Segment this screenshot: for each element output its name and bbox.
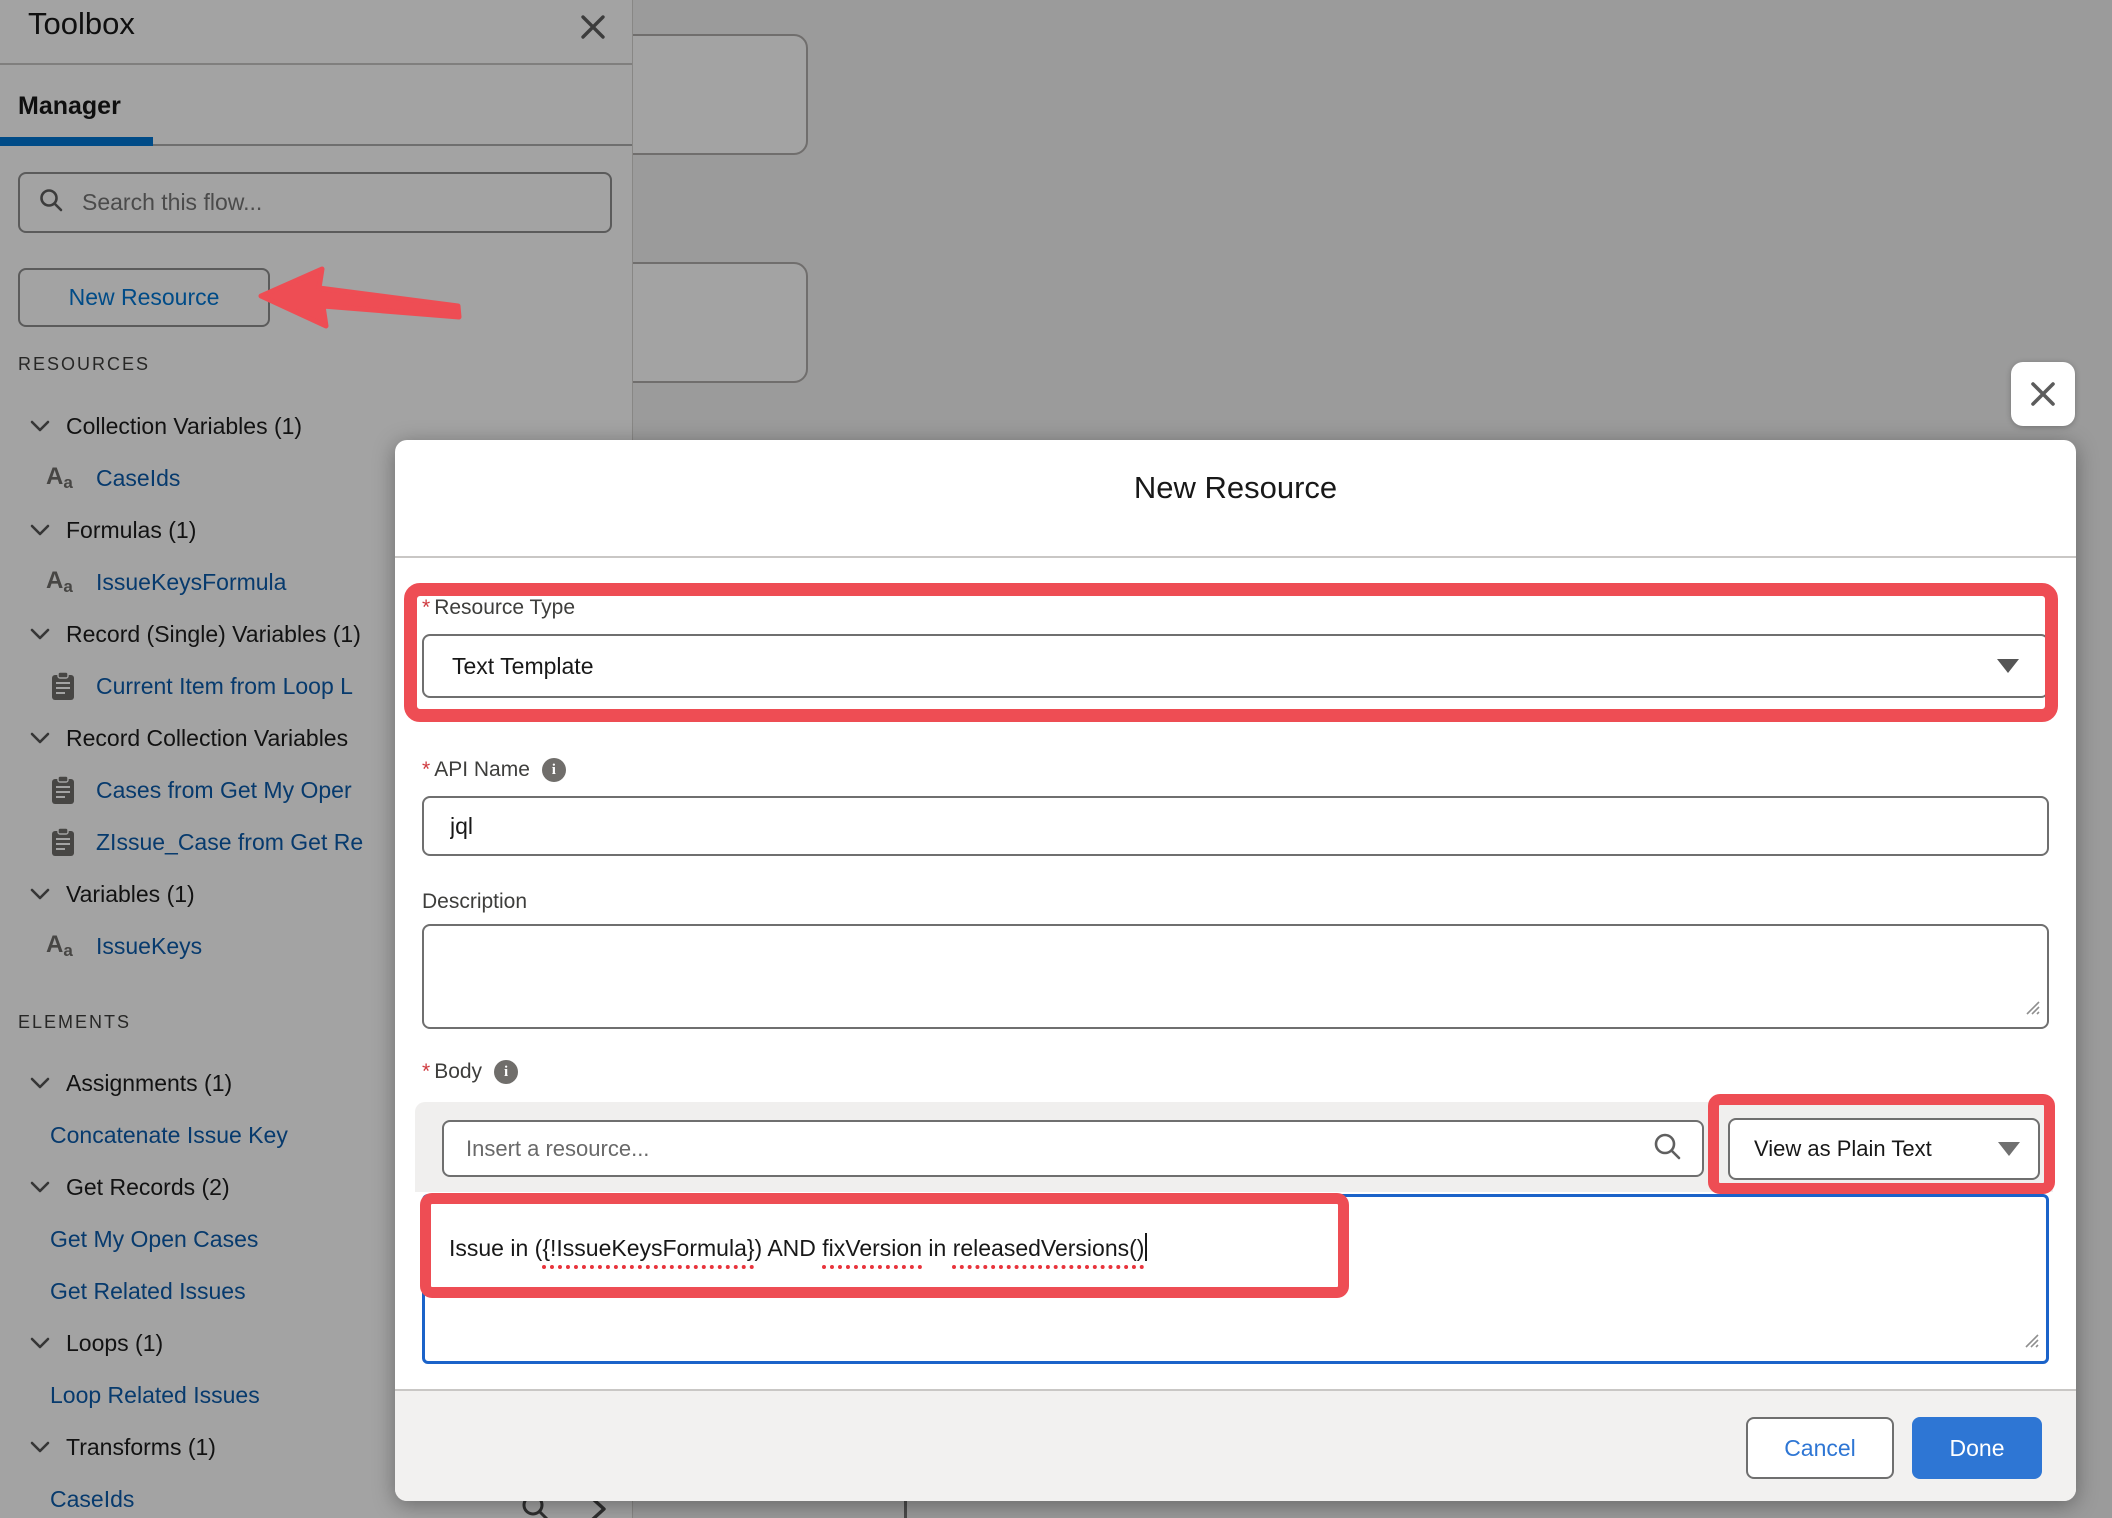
resource-type-select[interactable]: Text Template xyxy=(422,634,2049,698)
misspelled-token: releasedVersions() xyxy=(953,1235,1145,1261)
misspelled-token: fixVersion xyxy=(822,1235,922,1261)
view-mode-value: View as Plain Text xyxy=(1754,1136,1932,1162)
body-editor-toolbar: View as Plain Text xyxy=(415,1102,2053,1192)
modal-title: New Resource xyxy=(395,470,2076,506)
insert-resource-input[interactable] xyxy=(464,1135,1638,1163)
description-label: Description xyxy=(422,890,527,914)
insert-resource-combobox[interactable] xyxy=(442,1120,1704,1177)
info-icon[interactable]: i xyxy=(494,1060,518,1084)
new-resource-modal: New Resource *Resource Type Text Templat… xyxy=(395,440,2076,1501)
close-icon xyxy=(2027,378,2059,410)
modal-footer: Cancel Done xyxy=(395,1389,2076,1501)
required-marker: * xyxy=(422,758,430,781)
resource-type-value: Text Template xyxy=(452,653,593,680)
resize-handle[interactable] xyxy=(2020,1328,2040,1355)
resource-type-label: *Resource Type xyxy=(422,596,575,620)
required-marker: * xyxy=(422,1060,430,1083)
search-icon xyxy=(1652,1131,1682,1166)
misspelled-token: {!IssueKeysFormula} xyxy=(542,1235,754,1261)
cancel-button[interactable]: Cancel xyxy=(1746,1417,1894,1479)
api-name-label: *API Name i xyxy=(422,758,566,782)
view-mode-select[interactable]: View as Plain Text xyxy=(1728,1118,2040,1180)
body-textarea[interactable]: Issue in ({!IssueKeysFormula}) AND fixVe… xyxy=(422,1194,2049,1364)
body-text: Issue in ({!IssueKeysFormula}) AND fixVe… xyxy=(449,1235,1144,1261)
resize-handle[interactable] xyxy=(2021,996,2041,1021)
info-icon[interactable]: i xyxy=(542,758,566,782)
flow-builder-screen: Toolbox Manager New Resource RESOURCES C… xyxy=(0,0,2112,1518)
chevron-down-icon xyxy=(1998,1142,2020,1156)
chevron-down-icon xyxy=(1997,659,2019,673)
required-marker: * xyxy=(422,596,430,619)
api-name-input[interactable] xyxy=(422,796,2049,856)
text-cursor xyxy=(1145,1233,1147,1261)
body-label: *Body i xyxy=(422,1060,518,1084)
description-textarea[interactable] xyxy=(422,924,2049,1029)
modal-close-button[interactable] xyxy=(2011,362,2075,426)
divider xyxy=(395,556,2076,558)
done-button[interactable]: Done xyxy=(1912,1417,2042,1479)
